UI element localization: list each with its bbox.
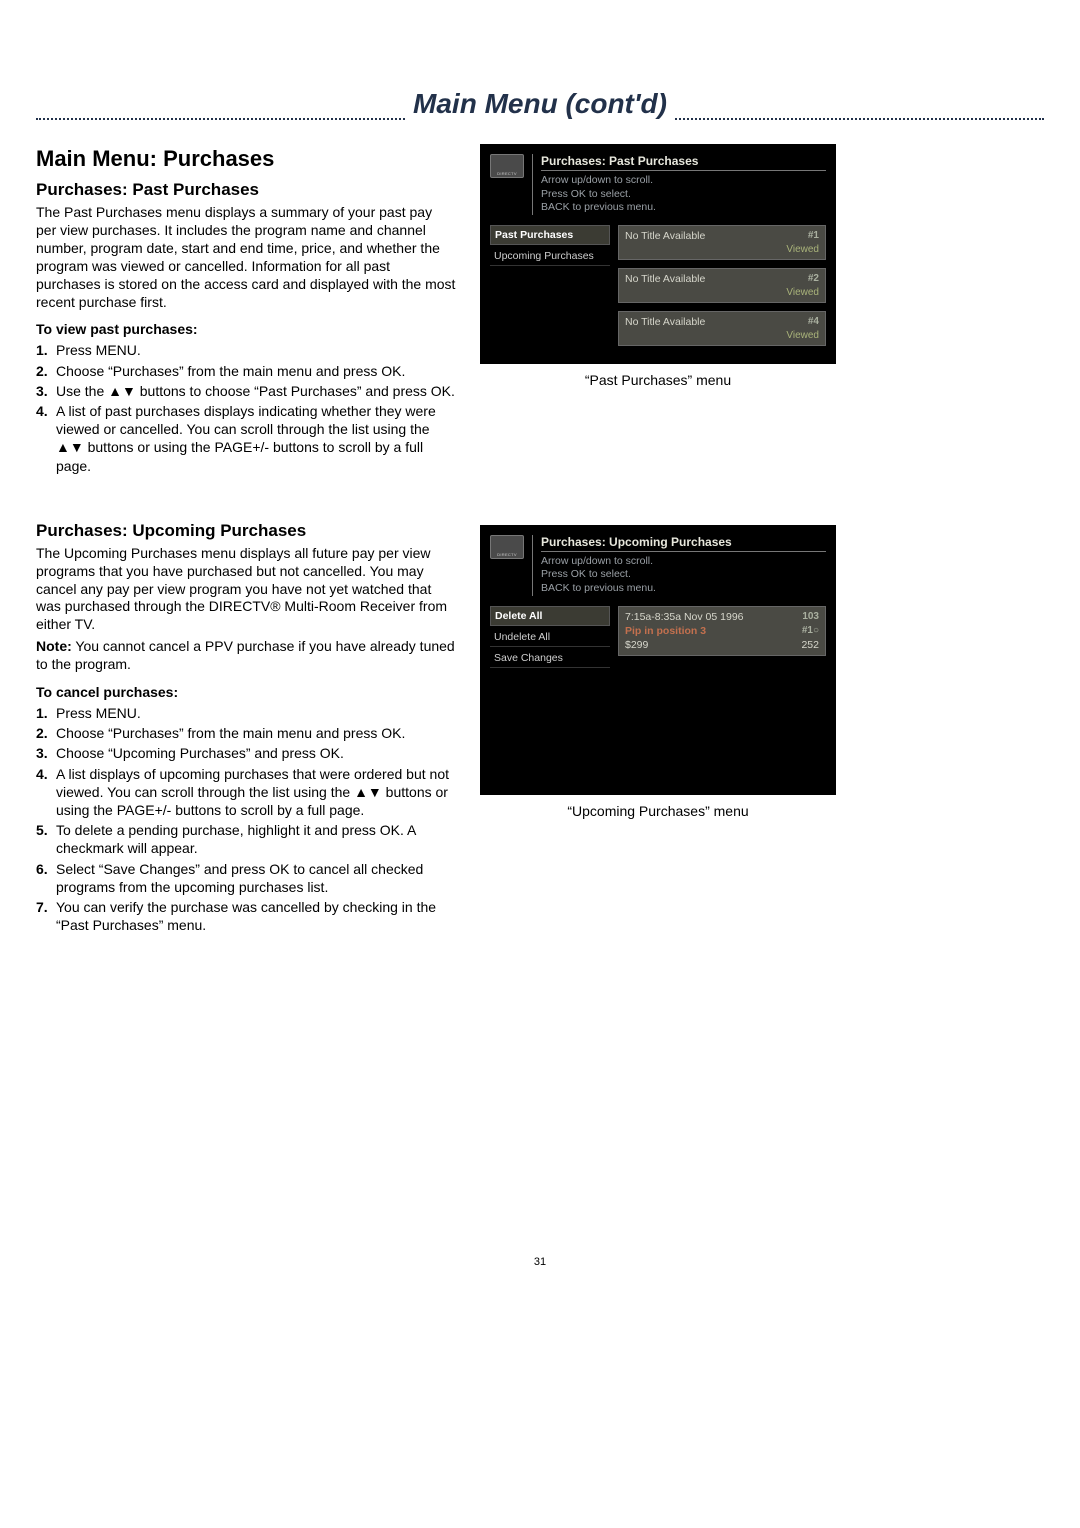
page-title: Main Menu (cont'd) [407,88,673,120]
step: Select “Save Changes” and press OK to ca… [36,860,456,896]
steps-upcoming: Press MENU. Choose “Purchases” from the … [36,704,456,934]
step: Press MENU. [36,341,456,359]
sidebar-item-save-changes[interactable]: Save Changes [490,649,610,668]
step: Choose “Upcoming Purchases” and press OK… [36,744,456,762]
step: A list of past purchases displays indica… [36,402,456,475]
sidebar-item-delete-all[interactable]: Delete All [490,606,610,626]
howto-label-upcoming: To cancel purchases: [36,684,456,700]
step: A list displays of upcoming purchases th… [36,765,456,820]
step: Press MENU. [36,704,456,722]
hint-lines: Arrow up/down to scroll. Press OK to sel… [541,174,826,215]
step: You can verify the purchase was cancelle… [36,898,456,934]
subsection-heading-upcoming: Purchases: Upcoming Purchases [36,521,456,541]
step: Choose “Purchases” from the main menu an… [36,724,456,742]
step: Choose “Purchases” from the main menu an… [36,362,456,380]
subsection-heading-past: Purchases: Past Purchases [36,180,456,200]
sidebar-item-undelete-all[interactable]: Undelete All [490,628,610,647]
step: Use the ▲▼ buttons to choose “Past Purch… [36,382,456,400]
section-heading: Main Menu: Purchases [36,146,456,172]
sidebar-item-upcoming[interactable]: Upcoming Purchases [490,247,610,266]
hint-lines: Arrow up/down to scroll. Press OK to sel… [541,555,826,596]
purchase-card[interactable]: No Title Available#2 Viewed [618,268,826,303]
sidebar-item-past[interactable]: Past Purchases [490,225,610,245]
screen-title: Purchases: Upcoming Purchases [541,535,826,552]
step: To delete a pending purchase, highlight … [36,821,456,857]
purchase-card[interactable]: No Title Available#1 Viewed [618,225,826,260]
steps-past: Press MENU. Choose “Purchases” from the … [36,341,456,474]
screen-title: Purchases: Past Purchases [541,154,826,171]
directv-logo-icon [490,154,524,178]
howto-label-past: To view past purchases: [36,321,456,337]
purchase-card[interactable]: No Title Available#4 Viewed [618,311,826,346]
directv-logo-icon [490,535,524,559]
screenshot-upcoming-purchases: Purchases: Upcoming Purchases Arrow up/d… [480,525,836,795]
screenshot-caption-past: “Past Purchases” menu [480,372,836,388]
paragraph-upcoming: The Upcoming Purchases menu displays all… [36,545,456,635]
paragraph-past: The Past Purchases menu displays a summa… [36,204,456,311]
note-upcoming: Note: You cannot cancel a PPV purchase i… [36,638,456,674]
page-number: 31 [36,1256,1044,1268]
upcoming-purchase-card[interactable]: 7:15a-8:35a Nov 05 1996 103 Pip in posit… [618,606,826,656]
screenshot-past-purchases: Purchases: Past Purchases Arrow up/down … [480,144,836,364]
screenshot-caption-upcoming: “Upcoming Purchases” menu [480,803,836,819]
